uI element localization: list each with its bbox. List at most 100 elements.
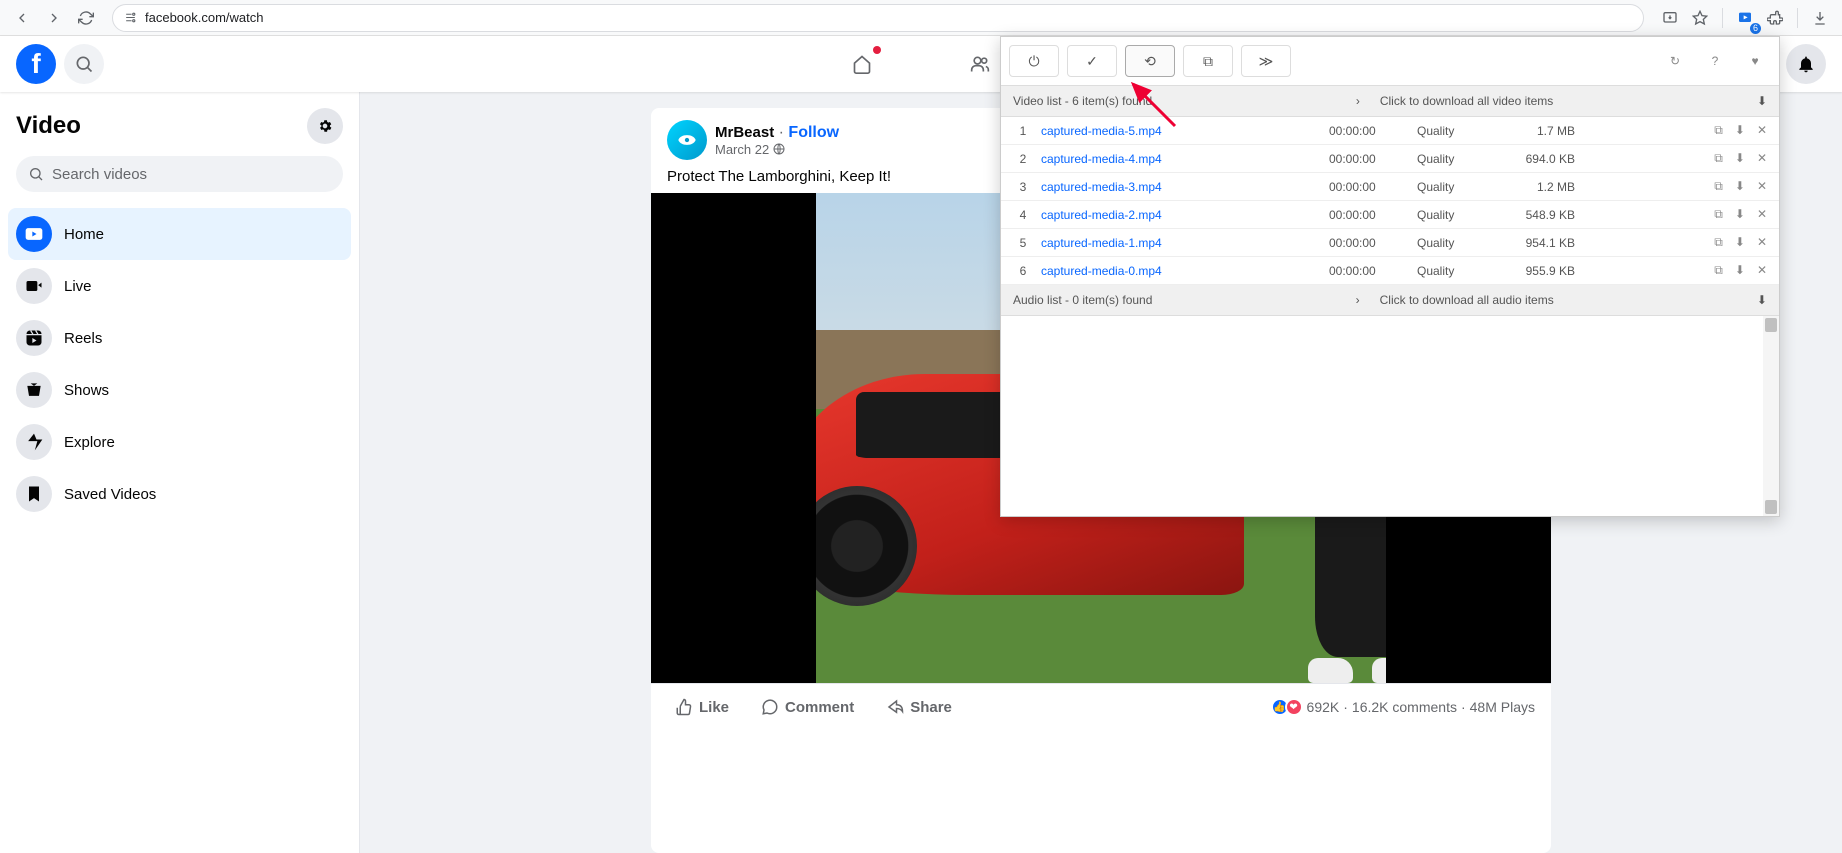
home-tab[interactable] — [807, 40, 917, 88]
download-all-audio-link[interactable]: Click to download all audio items — [1380, 293, 1554, 307]
site-settings-icon[interactable] — [123, 11, 137, 25]
extensions-icon[interactable] — [1761, 4, 1789, 32]
sidebar-item-label: Reels — [64, 330, 102, 347]
row-size: 955.9 KB — [1495, 264, 1575, 278]
remove-row-icon[interactable]: ✕ — [1757, 123, 1767, 138]
bookmark-icon — [16, 476, 52, 512]
video-list-row[interactable]: 2captured-media-4.mp400:00:00Quality694.… — [1001, 145, 1779, 173]
row-duration: 00:00:00 — [1329, 208, 1409, 222]
download-row-icon[interactable]: ⬇ — [1735, 263, 1745, 278]
download-row-icon[interactable]: ⬇ — [1735, 123, 1745, 138]
download-row-icon[interactable]: ⬇ — [1735, 151, 1745, 166]
extension-badge-count: 6 — [1750, 23, 1761, 34]
help-icon[interactable]: ? — [1699, 45, 1731, 77]
video-list: 1captured-media-5.mp400:00:00Quality1.7 … — [1001, 117, 1779, 285]
post-date[interactable]: March 22 — [715, 142, 769, 157]
reload-icon[interactable]: ↻ — [1659, 45, 1691, 77]
download-all-icon[interactable]: ⬇ — [1757, 293, 1767, 307]
video-list-row[interactable]: 4captured-media-2.mp400:00:00Quality548.… — [1001, 201, 1779, 229]
url-bar[interactable]: facebook.com/watch — [112, 4, 1644, 32]
copy-row-icon[interactable]: ⧉ — [1714, 263, 1723, 278]
row-filename[interactable]: captured-media-5.mp4 — [1041, 124, 1321, 138]
video-list-row[interactable]: 6captured-media-0.mp400:00:00Quality955.… — [1001, 257, 1779, 285]
remove-row-icon[interactable]: ✕ — [1757, 235, 1767, 250]
facebook-logo[interactable]: f — [16, 44, 56, 84]
follow-link[interactable]: Follow — [788, 124, 839, 141]
download-all-icon[interactable]: ⬇ — [1757, 94, 1767, 108]
copy-row-icon[interactable]: ⧉ — [1714, 151, 1723, 166]
row-index: 3 — [1013, 180, 1033, 194]
video-list-header[interactable]: Video list - 6 item(s) found › Click to … — [1001, 86, 1779, 117]
audio-list-header[interactable]: Audio list - 0 item(s) found › Click to … — [1001, 285, 1779, 316]
row-quality[interactable]: Quality — [1417, 180, 1487, 194]
comment-button[interactable]: Comment — [753, 692, 862, 722]
facebook-search-button[interactable] — [64, 44, 104, 84]
row-filename[interactable]: captured-media-0.mp4 — [1041, 264, 1321, 278]
sidebar-item-live[interactable]: Live — [8, 260, 351, 312]
heart-icon[interactable]: ♥ — [1739, 45, 1771, 77]
explore-icon — [16, 424, 52, 460]
download-all-videos-link[interactable]: Click to download all video items — [1380, 94, 1553, 108]
search-videos-input[interactable]: Search videos — [16, 156, 343, 192]
like-button[interactable]: Like — [667, 692, 737, 722]
notification-dot-icon — [873, 46, 881, 54]
row-filename[interactable]: captured-media-2.mp4 — [1041, 208, 1321, 222]
row-index: 4 — [1013, 208, 1033, 222]
sidebar-item-label: Explore — [64, 434, 115, 451]
share-button[interactable]: Share — [878, 692, 960, 722]
row-duration: 00:00:00 — [1329, 264, 1409, 278]
copy-row-icon[interactable]: ⧉ — [1714, 123, 1723, 138]
post-stats[interactable]: 👍 ❤ 692K · 16.2K comments · 48M Plays — [1275, 698, 1535, 716]
row-filename[interactable]: captured-media-3.mp4 — [1041, 180, 1321, 194]
remove-row-icon[interactable]: ✕ — [1757, 263, 1767, 278]
remove-row-icon[interactable]: ✕ — [1757, 179, 1767, 194]
video-list-row[interactable]: 1captured-media-5.mp400:00:00Quality1.7 … — [1001, 117, 1779, 145]
reload-button[interactable] — [72, 4, 100, 32]
forward-button[interactable] — [40, 4, 68, 32]
sidebar-item-explore[interactable]: Explore — [8, 416, 351, 468]
video-list-row[interactable]: 3captured-media-3.mp400:00:00Quality1.2 … — [1001, 173, 1779, 201]
row-index: 1 — [1013, 124, 1033, 138]
row-index: 2 — [1013, 152, 1033, 166]
download-row-icon[interactable]: ⬇ — [1735, 235, 1745, 250]
row-quality[interactable]: Quality — [1417, 236, 1487, 250]
forward-button[interactable]: ≫ — [1241, 45, 1291, 77]
sidebar-item-reels[interactable]: Reels — [8, 312, 351, 364]
bookmark-star-icon[interactable] — [1686, 4, 1714, 32]
check-button[interactable]: ✓ — [1067, 45, 1117, 77]
notifications-button[interactable] — [1786, 44, 1826, 84]
row-quality[interactable]: Quality — [1417, 208, 1487, 222]
copy-row-icon[interactable]: ⧉ — [1714, 235, 1723, 250]
download-row-icon[interactable]: ⬇ — [1735, 179, 1745, 194]
scrollbar[interactable] — [1763, 316, 1779, 516]
settings-gear-icon[interactable] — [307, 108, 343, 144]
refresh-detect-button[interactable]: ⟲ — [1125, 45, 1175, 77]
author-avatar[interactable] — [667, 120, 707, 160]
remove-row-icon[interactable]: ✕ — [1757, 207, 1767, 222]
remove-row-icon[interactable]: ✕ — [1757, 151, 1767, 166]
row-quality[interactable]: Quality — [1417, 152, 1487, 166]
row-duration: 00:00:00 — [1329, 152, 1409, 166]
download-row-icon[interactable]: ⬇ — [1735, 207, 1745, 222]
copy-button[interactable]: ⧉ — [1183, 45, 1233, 77]
author-name[interactable]: MrBeast — [715, 124, 774, 141]
row-filename[interactable]: captured-media-1.mp4 — [1041, 236, 1321, 250]
downloads-icon[interactable] — [1806, 4, 1834, 32]
extension-toolbar: ⏻ ✓ ⟲ ⧉ ≫ ↻ ? ♥ — [1001, 37, 1779, 86]
sidebar-item-saved[interactable]: Saved Videos — [8, 468, 351, 520]
copy-row-icon[interactable]: ⧉ — [1714, 207, 1723, 222]
divider — [1722, 8, 1723, 28]
video-downloader-extension-icon[interactable]: 6 — [1731, 4, 1759, 32]
sidebar-item-home[interactable]: Home — [8, 208, 351, 260]
video-list-row[interactable]: 5captured-media-1.mp400:00:00Quality954.… — [1001, 229, 1779, 257]
install-app-icon[interactable] — [1656, 4, 1684, 32]
row-filename[interactable]: captured-media-4.mp4 — [1041, 152, 1321, 166]
back-button[interactable] — [8, 4, 36, 32]
power-button[interactable]: ⏻ — [1009, 45, 1059, 77]
reactions-count: 692K — [1307, 699, 1340, 715]
plays-count: 48M Plays — [1470, 699, 1535, 715]
sidebar-item-shows[interactable]: Shows — [8, 364, 351, 416]
copy-row-icon[interactable]: ⧉ — [1714, 179, 1723, 194]
row-quality[interactable]: Quality — [1417, 264, 1487, 278]
row-quality[interactable]: Quality — [1417, 124, 1487, 138]
